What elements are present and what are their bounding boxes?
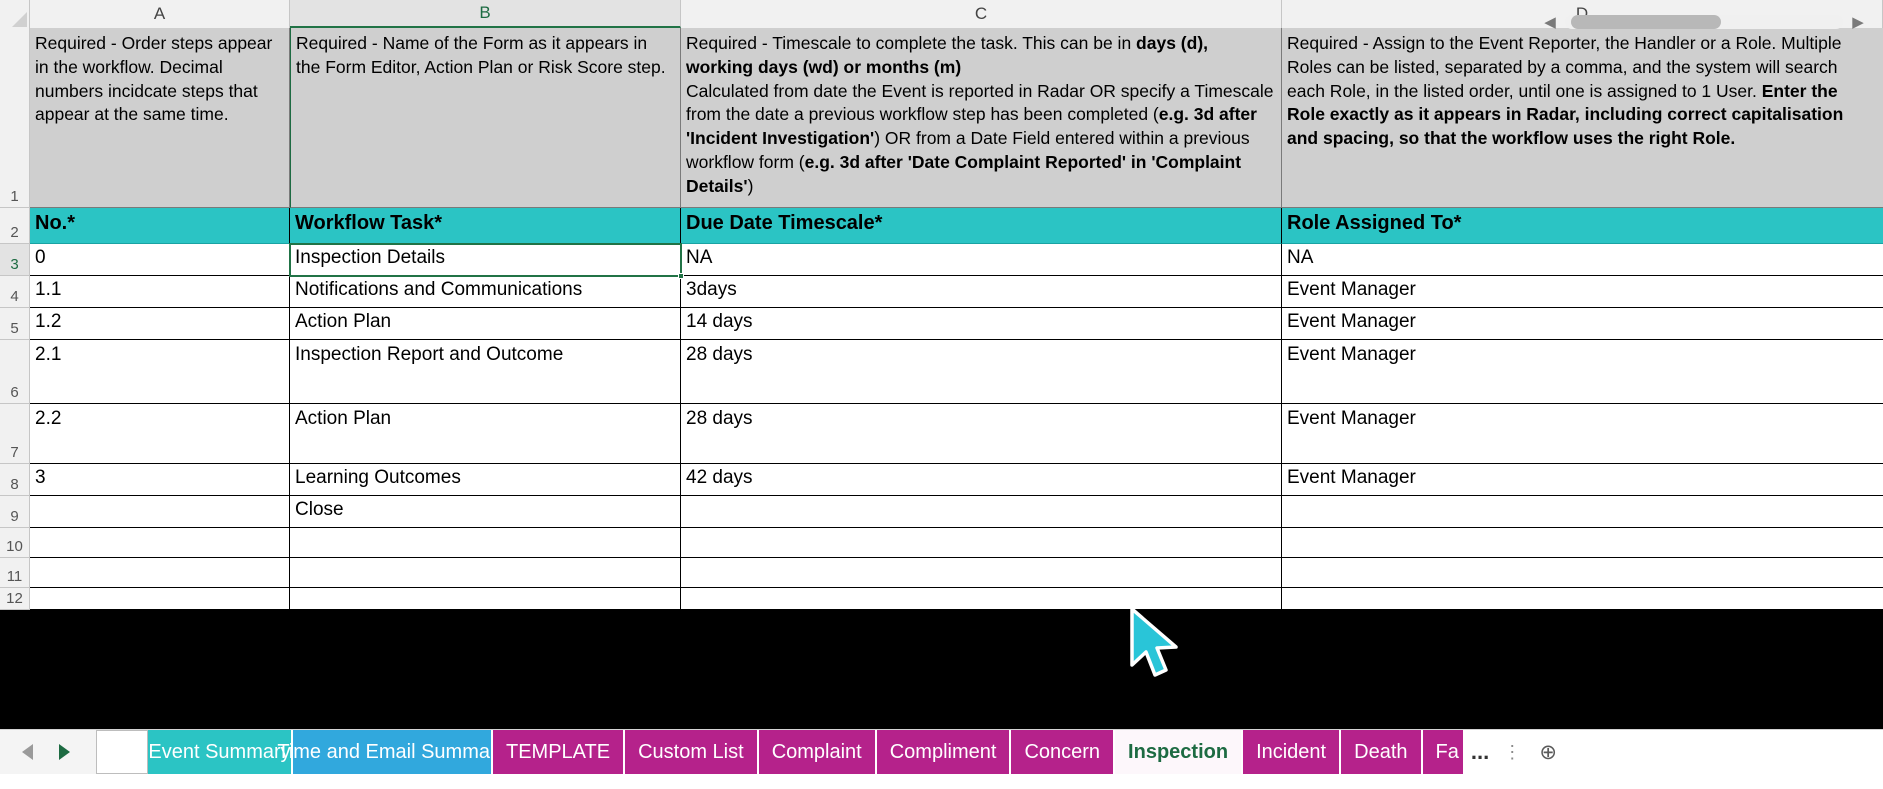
sheet-tab-template[interactable]: TEMPLATE bbox=[493, 730, 626, 774]
sheet-tab-death[interactable]: Death bbox=[1341, 730, 1423, 774]
sheet-tab-fa[interactable]: Fa bbox=[1422, 730, 1465, 774]
info-cell-d1[interactable]: Required - Assign to the Event Reporter,… bbox=[1282, 28, 1883, 208]
row-header-9[interactable]: 9 bbox=[0, 496, 30, 528]
cell-d4[interactable]: Event Manager bbox=[1282, 276, 1883, 308]
row-header-6[interactable]: 6 bbox=[0, 340, 30, 404]
info-cell-b1[interactable]: Required - Name of the Form as it appear… bbox=[290, 28, 681, 208]
cell-d7[interactable]: Event Manager bbox=[1282, 404, 1883, 464]
cell-c4[interactable]: 3days bbox=[681, 276, 1282, 308]
select-all-corner[interactable] bbox=[0, 0, 30, 28]
sheet-tabs-overflow[interactable]: ... bbox=[1464, 730, 1496, 774]
cell-d10[interactable] bbox=[1282, 528, 1883, 558]
cell-a10[interactable] bbox=[30, 528, 290, 558]
cell-a6[interactable]: 2.1 bbox=[30, 340, 290, 404]
column-header-b[interactable]: B bbox=[290, 0, 681, 28]
row-header-8[interactable]: 8 bbox=[0, 464, 30, 496]
cell-d9[interactable] bbox=[1282, 496, 1883, 528]
cell-d12[interactable] bbox=[1282, 588, 1883, 610]
cell-b4[interactable]: Notifications and Communications bbox=[290, 276, 681, 308]
mouse-cursor bbox=[1130, 607, 1178, 677]
column-title-workflow-task[interactable]: Workflow Task* bbox=[290, 208, 681, 244]
row-header-2[interactable]: 2 bbox=[0, 208, 30, 244]
sheet-nav-arrows[interactable] bbox=[0, 730, 96, 774]
column-title-no[interactable]: No.* bbox=[30, 208, 290, 244]
cell-a9[interactable] bbox=[30, 496, 290, 528]
info-c-text4: ) bbox=[747, 175, 754, 196]
sheet-tab-time-and-email-summary[interactable]: Time and Email Summary bbox=[277, 730, 507, 774]
column-header-a[interactable]: A bbox=[30, 0, 290, 28]
row-header-4[interactable]: 4 bbox=[0, 276, 30, 308]
scroll-track[interactable] bbox=[1565, 15, 1843, 29]
sheet-tab-drag-handle[interactable]: ⋮ bbox=[1495, 730, 1532, 774]
cell-b8[interactable]: Learning Outcomes bbox=[290, 464, 681, 496]
cell-a12[interactable] bbox=[30, 588, 290, 610]
sheet-tab-event-summary[interactable]: Event Summary bbox=[148, 730, 293, 774]
sheet-tab-incident[interactable]: Incident bbox=[1243, 730, 1342, 774]
row-header-5[interactable]: 5 bbox=[0, 308, 30, 340]
sheet-tabs: Event Summary Time and Email Summary TEM… bbox=[96, 730, 1566, 774]
cell-c10[interactable] bbox=[681, 528, 1282, 558]
cell-b3[interactable]: Inspection Details bbox=[290, 244, 681, 276]
cell-c6[interactable]: 28 days bbox=[681, 340, 1282, 404]
info-cell-a1[interactable]: Required - Order steps appear in the wor… bbox=[30, 28, 290, 208]
scroll-thumb[interactable] bbox=[1571, 15, 1721, 29]
fill-handle[interactable] bbox=[678, 273, 684, 279]
cell-a5[interactable]: 1.2 bbox=[30, 308, 290, 340]
column-title-due-date-timescale[interactable]: Due Date Timescale* bbox=[681, 208, 1282, 244]
cell-a8[interactable]: 3 bbox=[30, 464, 290, 496]
cell-d8[interactable]: Event Manager bbox=[1282, 464, 1883, 496]
cell-b10[interactable] bbox=[290, 528, 681, 558]
sheet-tab-complaint[interactable]: Complaint bbox=[758, 730, 877, 774]
sheet-tab-compliment[interactable]: Compliment bbox=[876, 730, 1012, 774]
row-header-1[interactable]: 1 bbox=[0, 28, 30, 208]
info-d-text1: Required - Assign to the Event Reporter,… bbox=[1287, 33, 1842, 101]
cell-d3[interactable]: NA bbox=[1282, 244, 1883, 276]
next-sheet-icon[interactable] bbox=[59, 744, 70, 760]
row-header-10[interactable]: 10 bbox=[0, 528, 30, 558]
cell-b9[interactable]: Close bbox=[290, 496, 681, 528]
cell-a7[interactable]: 2.2 bbox=[30, 404, 290, 464]
cell-c8[interactable]: 42 days bbox=[681, 464, 1282, 496]
cell-b5[interactable]: Action Plan bbox=[290, 308, 681, 340]
previous-sheet-icon[interactable] bbox=[22, 744, 33, 760]
sheet-tab-inspection[interactable]: Inspection bbox=[1115, 730, 1244, 774]
cell-c9[interactable] bbox=[681, 496, 1282, 528]
cell-c5[interactable]: 14 days bbox=[681, 308, 1282, 340]
horizontal-scrollbar[interactable]: ◀ ▶ bbox=[1539, 9, 1869, 35]
cell-b12[interactable] bbox=[290, 588, 681, 610]
cell-b7[interactable]: Action Plan bbox=[290, 404, 681, 464]
row-header-11[interactable]: 11 bbox=[0, 558, 30, 588]
cell-d6[interactable]: Event Manager bbox=[1282, 340, 1883, 404]
sheet-tab-concern[interactable]: Concern bbox=[1011, 730, 1116, 774]
cell-b6[interactable]: Inspection Report and Outcome bbox=[290, 340, 681, 404]
cell-c3[interactable]: NA bbox=[681, 244, 1282, 276]
cell-a11[interactable] bbox=[30, 558, 290, 588]
column-title-role-assigned-to[interactable]: Role Assigned To* bbox=[1282, 208, 1883, 244]
scroll-right-icon[interactable]: ▶ bbox=[1847, 13, 1869, 31]
scroll-left-icon[interactable]: ◀ bbox=[1539, 13, 1561, 31]
cell-c7[interactable]: 28 days bbox=[681, 404, 1282, 464]
info-cell-c1[interactable]: Required - Timescale to complete the tas… bbox=[681, 28, 1282, 208]
sheet-tab-blank[interactable] bbox=[96, 730, 148, 774]
cell-d5[interactable]: Event Manager bbox=[1282, 308, 1883, 340]
cell-c11[interactable] bbox=[681, 558, 1282, 588]
add-sheet-button[interactable]: ⊕ bbox=[1531, 730, 1566, 774]
sheet-tab-bar: Event Summary Time and Email Summary TEM… bbox=[0, 729, 1883, 789]
row-header-3[interactable]: 3 bbox=[0, 244, 30, 276]
cell-a3[interactable]: 0 bbox=[30, 244, 290, 276]
info-c-text1: Required - Timescale to complete the tas… bbox=[686, 33, 1137, 53]
row-header-12[interactable]: 12 bbox=[0, 588, 30, 610]
cell-a4[interactable]: 1.1 bbox=[30, 276, 290, 308]
excel-window: A B C D 1 2 3 4 5 6 7 8 9 10 11 12 Requi… bbox=[0, 0, 1883, 789]
sheet-tab-custom-list[interactable]: Custom List bbox=[625, 730, 759, 774]
cell-c12[interactable] bbox=[681, 588, 1282, 610]
column-header-c[interactable]: C bbox=[681, 0, 1282, 28]
row-header-7[interactable]: 7 bbox=[0, 404, 30, 464]
cell-d11[interactable] bbox=[1282, 558, 1883, 588]
cell-b11[interactable] bbox=[290, 558, 681, 588]
